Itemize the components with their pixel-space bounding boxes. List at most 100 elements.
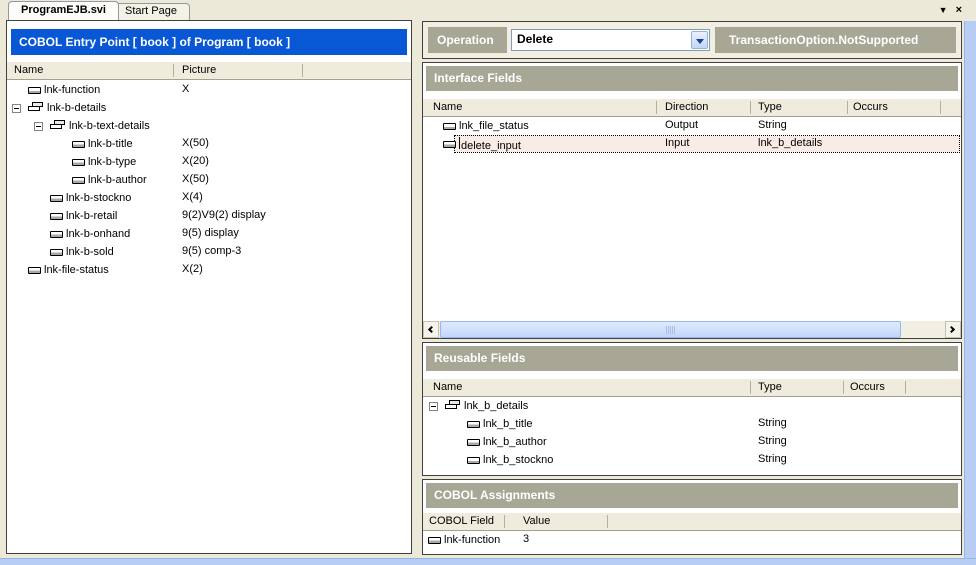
row-label: lnk_b_details bbox=[464, 400, 528, 412]
cell-value: 3 bbox=[523, 533, 529, 545]
expander-slot bbox=[429, 402, 445, 411]
column-divider[interactable] bbox=[302, 64, 303, 77]
name-cell: lnk-function bbox=[7, 81, 100, 99]
scrollbar-thumb[interactable] bbox=[440, 321, 901, 338]
group-icon bbox=[28, 102, 44, 114]
cobol-assignments-section: COBOL Assignments COBOL Field Value lnk-… bbox=[422, 479, 962, 555]
table-row[interactable]: lnk-b-onhand9(5) display bbox=[7, 225, 411, 243]
cell-picture: 9(5) display bbox=[182, 227, 239, 239]
table-row[interactable]: lnk_b_authorString bbox=[423, 433, 961, 451]
table-row[interactable]: lnk-function3 bbox=[423, 531, 961, 549]
column-divider[interactable] bbox=[750, 381, 751, 394]
cell-picture: X(4) bbox=[182, 191, 203, 203]
field-icon bbox=[467, 457, 480, 464]
tab-programejb[interactable]: ProgramEJB.svi bbox=[8, 1, 119, 20]
row-label: lnk-b-text-details bbox=[69, 120, 150, 132]
selection-outline bbox=[454, 135, 960, 153]
field-icon bbox=[28, 267, 41, 274]
column-divider[interactable] bbox=[905, 381, 906, 394]
column-occurs[interactable]: Occurs bbox=[853, 101, 888, 113]
left-column-header: Name Picture bbox=[7, 62, 411, 80]
editor-window: ProgramEJB.svi Start Page ▼ × COBOL Entr… bbox=[0, 0, 976, 565]
transaction-option-label: TransactionOption.NotSupported bbox=[715, 27, 956, 53]
column-name[interactable]: Name bbox=[14, 64, 43, 76]
cell-type: String bbox=[758, 417, 787, 429]
table-row[interactable]: lnk_file_statusOutputString bbox=[423, 117, 961, 135]
column-name[interactable]: Name bbox=[433, 101, 462, 113]
tab-list-chevron-icon[interactable]: ▼ bbox=[939, 3, 948, 17]
table-row[interactable]: lnk-b-titleX(50) bbox=[7, 135, 411, 153]
column-divider[interactable] bbox=[750, 101, 751, 114]
row-label: lnk-b-details bbox=[47, 102, 106, 114]
name-cell: lnk-b-type bbox=[7, 153, 136, 171]
name-cell: lnk_file_status bbox=[423, 117, 529, 135]
operation-select[interactable]: Delete bbox=[511, 29, 710, 51]
cell-picture: 9(5) comp-3 bbox=[182, 245, 241, 257]
cobol-assignments-column-header: COBOL Field Value bbox=[423, 513, 961, 531]
column-divider[interactable] bbox=[847, 101, 848, 114]
window-border-bottom bbox=[0, 558, 976, 565]
column-value[interactable]: Value bbox=[523, 515, 550, 527]
scroll-left-icon[interactable] bbox=[423, 321, 439, 338]
name-cell: lnk_b_title bbox=[423, 415, 533, 433]
collapse-icon[interactable] bbox=[429, 402, 438, 411]
table-row[interactable]: lnk-b-retail 9(2)V9(2) display bbox=[7, 207, 411, 225]
entry-point-tree: lnk-functionX lnk-b-details lnk-b-text-det… bbox=[7, 81, 411, 552]
table-row[interactable]: lnk-file-statusX(2) bbox=[7, 261, 411, 279]
name-cell: lnk-b-text-details bbox=[7, 117, 150, 135]
table-row[interactable]: lnk-b-typeX(20) bbox=[7, 153, 411, 171]
tab-start-page[interactable]: Start Page bbox=[112, 3, 190, 20]
window-border-right bbox=[964, 21, 976, 565]
column-divider[interactable] bbox=[173, 64, 174, 77]
column-divider[interactable] bbox=[843, 381, 844, 394]
column-name[interactable]: Name bbox=[433, 381, 462, 393]
table-row[interactable]: lnk-b-sold 9(5) comp-3 bbox=[7, 243, 411, 261]
name-cell: lnk-b-sold bbox=[7, 243, 114, 261]
reusable-fields-section: Reusable Fields Name Type Occurs lnk_b_d… bbox=[422, 342, 962, 476]
cell-picture: 9(2)V9(2) display bbox=[182, 209, 266, 221]
row-label: lnk_b_author bbox=[483, 436, 547, 448]
table-row[interactable]: lnk-b-text-details bbox=[7, 117, 411, 135]
column-cobol-field[interactable]: COBOL Field bbox=[429, 515, 494, 527]
group-icon bbox=[50, 120, 66, 132]
column-occurs[interactable]: Occurs bbox=[850, 381, 885, 393]
scroll-right-icon[interactable] bbox=[945, 321, 961, 338]
name-cell: lnk_b_stockno bbox=[423, 451, 553, 469]
table-row[interactable]: lnk-functionX bbox=[7, 81, 411, 99]
column-divider[interactable] bbox=[607, 515, 608, 528]
expander-slot bbox=[12, 104, 28, 113]
field-icon bbox=[467, 421, 480, 428]
name-cell: delete_input bbox=[423, 135, 521, 153]
cobol-assignments-header: COBOL Assignments bbox=[426, 483, 958, 508]
column-type[interactable]: Type bbox=[758, 101, 782, 113]
row-label: lnk-b-retail bbox=[66, 210, 117, 222]
table-row[interactable]: lnk_b_details bbox=[423, 397, 961, 415]
column-divider[interactable] bbox=[504, 515, 505, 528]
table-row[interactable]: lnk-b-details bbox=[7, 99, 411, 117]
cell-type: String bbox=[758, 119, 787, 131]
table-row[interactable]: lnk_b_title String bbox=[423, 415, 961, 433]
interface-fields-section: Interface Fields Name Direction Type Occ… bbox=[422, 62, 962, 339]
interface-fields-table: lnk_file_statusOutputStringdelete_inputI… bbox=[423, 117, 961, 320]
field-icon bbox=[467, 439, 480, 446]
cell-picture: X(50) bbox=[182, 173, 209, 185]
close-icon[interactable]: × bbox=[956, 3, 962, 17]
interface-fields-column-header: Name Direction Type Occurs bbox=[423, 99, 961, 117]
column-direction[interactable]: Direction bbox=[665, 101, 708, 113]
column-divider[interactable] bbox=[940, 101, 941, 114]
table-row[interactable]: lnk-b-authorX(50) bbox=[7, 171, 411, 189]
table-row[interactable]: lnk-b-stocknoX(4) bbox=[7, 189, 411, 207]
column-picture[interactable]: Picture bbox=[182, 64, 216, 76]
interface-fields-header: Interface Fields bbox=[426, 66, 958, 91]
chevron-down-icon[interactable] bbox=[691, 31, 708, 49]
collapse-icon[interactable] bbox=[34, 122, 43, 131]
column-type[interactable]: Type bbox=[758, 381, 782, 393]
name-cell: lnk-b-details bbox=[7, 99, 106, 117]
cell-type: String bbox=[758, 453, 787, 465]
table-row[interactable]: lnk_b_stockno String bbox=[423, 451, 961, 469]
entry-point-title-bar: COBOL Entry Point [ book ] of Program [ … bbox=[11, 29, 407, 55]
table-row[interactable]: delete_inputInputlnk_b_details bbox=[423, 135, 961, 153]
collapse-icon[interactable] bbox=[12, 104, 21, 113]
column-divider[interactable] bbox=[656, 101, 657, 114]
horizontal-scrollbar[interactable] bbox=[423, 321, 961, 338]
